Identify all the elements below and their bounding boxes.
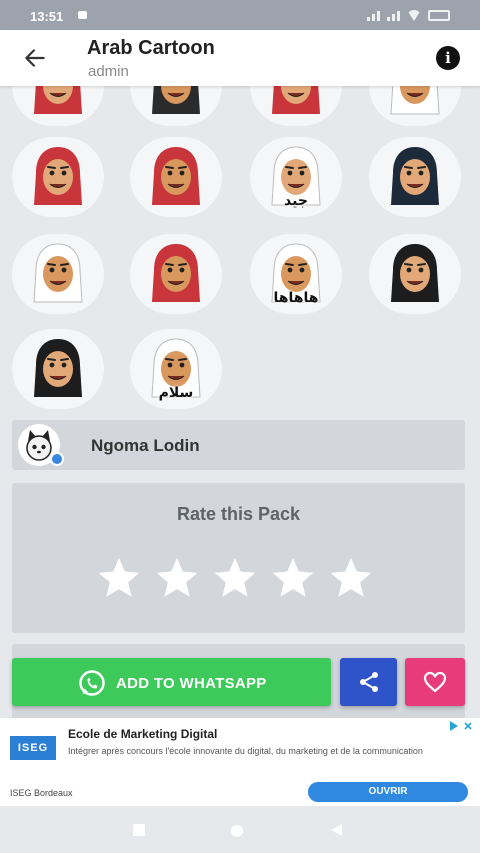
arab-cartoon-sticker-icon [152,86,200,114]
sticker-caption: هاهاها [273,290,319,306]
battery-icon [428,10,450,21]
sticker-caption: جيد [284,193,308,209]
arab-cartoon-sticker-icon [34,86,82,114]
star-icon-5[interactable] [328,555,374,601]
signal-icon [367,10,380,21]
recents-icon[interactable] [133,824,145,836]
ad-banner[interactable]: ISEG Ecole de Marketing Digital Intégrer… [0,718,480,806]
ad-advertiser: ISEG Bordeaux [10,788,73,798]
share-icon [360,672,378,692]
action-bar: ADD TO WHATSAPP [0,657,480,709]
sticker-10[interactable] [130,234,222,314]
arab-cartoon-sticker-icon [390,86,440,115]
star-icon-4[interactable] [270,555,316,601]
whatsapp-icon [79,670,105,696]
arab-cartoon-sticker-icon [33,243,83,303]
author-card[interactable]: Ngoma Lodin [12,420,465,470]
pack-publisher: admin [88,63,129,80]
share-button[interactable] [340,658,397,706]
sticker-5[interactable] [12,137,104,217]
sticker-6[interactable] [130,137,222,217]
heart-icon [423,671,447,693]
ad-title[interactable]: Ecole de Marketing Digital [68,727,217,741]
app-bar: Arab Cartoon admin i [0,30,480,86]
arab-cartoon-sticker-icon [34,339,82,397]
info-icon[interactable]: i [436,46,460,70]
sticker-13[interactable] [12,329,104,409]
wifi-icon [407,10,421,21]
arab-cartoon-sticker-icon [152,147,200,205]
arab-cartoon-sticker-icon [391,244,439,302]
add-to-whatsapp-button[interactable]: ADD TO WHATSAPP [12,658,331,706]
pack-title: Arab Cartoon [87,37,215,59]
sticker-4[interactable] [369,86,461,126]
nav-back-icon[interactable] [329,823,343,837]
sticker-pack-content[interactable]: جيد هاهاها سلام Ngoma Lodin Rate this Pack [0,86,480,718]
star-icon-3[interactable] [212,555,258,601]
sticker-12[interactable] [369,234,461,314]
status-bar: 13:51 [0,0,480,30]
rating-stars [96,555,374,601]
advertiser-logo: ISEG [10,736,56,760]
home-icon[interactable] [231,825,243,837]
sticker-14[interactable]: سلام [130,329,222,409]
arab-cartoon-sticker-icon [391,147,439,205]
sticker-2[interactable] [130,86,222,126]
system-icons [367,10,450,21]
signal-icon-2 [387,10,400,21]
sticker-8[interactable] [369,137,461,217]
author-name: Ngoma Lodin [91,436,200,455]
verified-badge-icon [50,452,64,466]
arab-cartoon-sticker-icon [152,244,200,302]
sticker-11[interactable]: هاهاها [250,234,342,314]
arab-cartoon-sticker-icon [34,147,82,205]
notification-icon [78,11,87,19]
sticker-1[interactable] [12,86,104,126]
sticker-3[interactable] [250,86,342,126]
sticker-9[interactable] [12,234,104,314]
favorite-button[interactable] [405,658,465,706]
ad-description: Intégrer après concours l'école innovant… [68,746,423,756]
system-nav-bar [0,806,480,853]
back-arrow-icon[interactable] [22,45,48,71]
add-to-whatsapp-label: ADD TO WHATSAPP [116,675,267,692]
rating-panel: Rate this Pack [12,483,465,633]
rating-label: Rate this Pack [176,504,301,524]
sticker-caption: سلام [158,385,194,401]
star-icon-2[interactable] [154,555,200,601]
sticker-7[interactable]: جيد [250,137,342,217]
ad-open-button[interactable]: OUVRIR [308,782,468,802]
arab-cartoon-sticker-icon [272,86,320,114]
status-time: 13:51 [30,9,64,24]
adchoices-icon[interactable] [448,720,474,732]
star-icon-1[interactable] [96,555,142,601]
